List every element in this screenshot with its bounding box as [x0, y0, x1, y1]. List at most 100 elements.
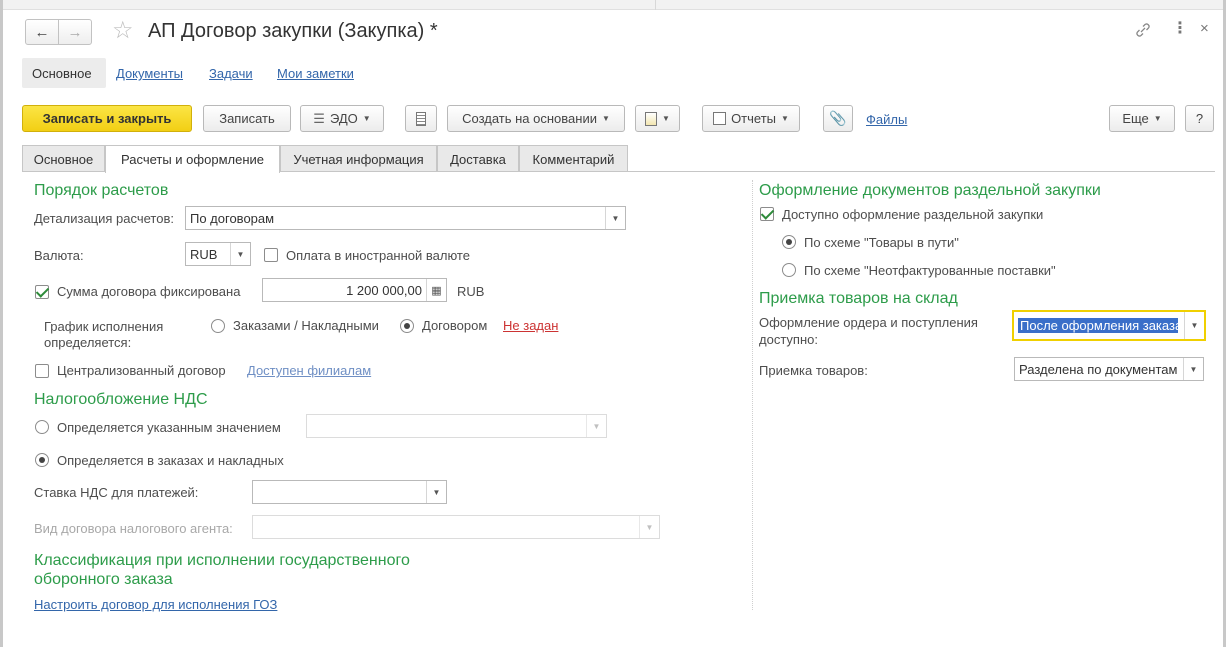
calculator-icon[interactable]: ▦: [426, 279, 446, 301]
document-list-button[interactable]: [405, 105, 437, 132]
goz-setup-link[interactable]: Настроить договор для исполнения ГОЗ: [34, 597, 277, 612]
foreign-payment-label: Оплата в иностранной валюте: [286, 248, 470, 263]
print-doc-icon: [645, 111, 658, 126]
vat-specified-radio[interactable]: [35, 420, 49, 434]
reports-button[interactable]: Отчеты ▼: [702, 105, 800, 132]
reports-label: Отчеты: [731, 111, 776, 126]
acceptance-value: Разделена по документам: [1019, 361, 1178, 377]
window-title: АП Договор закупки (Закупка) *: [148, 20, 438, 42]
fixed-sum-checkbox[interactable]: [35, 285, 49, 299]
vat-orders-radio[interactable]: [35, 453, 49, 467]
help-button[interactable]: ?: [1185, 105, 1214, 132]
tab-main[interactable]: Основное: [22, 145, 105, 172]
more-menu-icon[interactable]: ⋮: [1172, 18, 1188, 38]
chevron-down-icon: ▼: [426, 481, 446, 503]
schedule-label-line2: определяется:: [44, 335, 132, 350]
order-available-value: После оформления заказа: [1018, 318, 1178, 333]
nav-tab-documents[interactable]: Документы: [116, 66, 183, 81]
more-label: Еще: [1122, 111, 1149, 126]
currency-select[interactable]: RUB ▼: [185, 242, 251, 266]
files-link[interactable]: Файлы: [866, 112, 907, 127]
save-label: Записать: [219, 111, 275, 126]
centralized-label: Централизованный договор: [57, 363, 226, 378]
order-label-line2: доступно:: [759, 332, 818, 347]
create-based-label: Создать на основании: [462, 111, 597, 126]
detail-select[interactable]: По договорам ▼: [185, 206, 626, 230]
schedule-contract-radio[interactable]: [400, 319, 414, 333]
separate-available-label: Доступно оформление раздельной закупки: [782, 207, 1044, 222]
edo-button[interactable]: ☰ ЭДО ▼: [300, 105, 384, 132]
sum-value: 1 200 000,00: [346, 282, 422, 298]
vat-rate-select[interactable]: ▼: [252, 480, 447, 504]
paperclip-icon: 📎: [829, 110, 847, 126]
warehouse-section-title: Приемка товаров на склад: [759, 290, 958, 307]
chevron-down-icon: ▼: [1183, 358, 1203, 380]
foreign-payment-checkbox[interactable]: [264, 248, 278, 262]
chevron-down-icon: ▼: [230, 243, 250, 265]
schedule-orders-radio[interactable]: [211, 319, 225, 333]
create-based-button[interactable]: Создать на основании ▼: [447, 105, 625, 132]
order-label-line1: Оформление ордера и поступления: [759, 315, 978, 330]
goz-section-title-line2: оборонного заказа: [34, 571, 173, 588]
chevron-down-icon: ▼: [781, 114, 789, 123]
document-list-icon: [416, 111, 426, 126]
chevron-down-icon: ▼: [362, 114, 371, 123]
vat-orders-label: Определяется в заказах и накладных: [57, 453, 284, 468]
schedule-orders-label: Заказами / Накладными: [233, 318, 379, 333]
acceptance-label: Приемка товаров:: [759, 363, 868, 378]
schedule-label-line1: График исполнения: [44, 319, 164, 334]
back-button[interactable]: ←: [25, 19, 59, 45]
help-label: ?: [1195, 111, 1204, 126]
arrow-left-icon: ←: [34, 23, 50, 41]
more-button[interactable]: Еще ▼: [1109, 105, 1175, 132]
separate-available-checkbox[interactable]: [760, 207, 774, 221]
scheme-uninvoiced-label: По схеме "Неотфактурованные поставки": [804, 263, 1056, 278]
chevron-down-icon: ▼: [639, 516, 659, 538]
link-icon[interactable]: [1133, 20, 1153, 40]
tab-delivery[interactable]: Доставка: [437, 145, 519, 172]
tax-agent-select[interactable]: ▼: [252, 515, 660, 539]
chevron-down-icon: ▼: [586, 415, 606, 437]
nav-tab-notes[interactable]: Мои заметки: [277, 66, 354, 81]
save-close-label: Записать и закрыть: [42, 111, 172, 126]
sum-input[interactable]: 1 200 000,00 ▦: [262, 278, 447, 302]
schedule-not-set-link[interactable]: Не задан: [503, 318, 558, 333]
vat-rate-label: Ставка НДС для платежей:: [34, 485, 199, 500]
detail-value: По договорам: [190, 210, 275, 226]
nav-tab-main[interactable]: Основное: [32, 66, 92, 81]
tab-comment[interactable]: Комментарий: [519, 145, 628, 172]
scheme-uninvoiced-radio[interactable]: [782, 263, 796, 277]
chevron-down-icon: ▼: [1153, 114, 1162, 123]
detail-label: Детализация расчетов:: [34, 211, 174, 226]
forward-button[interactable]: →: [58, 19, 92, 45]
window-frame-top: [0, 0, 1226, 10]
close-icon[interactable]: ×: [1200, 20, 1209, 37]
acceptance-select[interactable]: Разделена по документам ▼: [1014, 357, 1204, 381]
print-button[interactable]: ▼: [635, 105, 680, 132]
tab-underline: [280, 171, 1215, 172]
star-icon[interactable]: ☆: [112, 17, 134, 45]
attach-button[interactable]: 📎: [823, 105, 853, 132]
report-icon: [713, 112, 727, 125]
separate-purchase-section-title: Оформление документов раздельной закупки: [759, 182, 1101, 199]
vat-value-select[interactable]: ▼: [306, 414, 607, 438]
chevron-down-icon: ▼: [1184, 312, 1204, 339]
tab-accounting[interactable]: Учетная информация: [280, 145, 437, 172]
edo-label: ЭДО: [329, 111, 358, 126]
schedule-contract-label: Договором: [422, 318, 488, 333]
save-button[interactable]: Записать: [203, 105, 291, 132]
frame-divider: [655, 0, 656, 10]
currency-value: RUB: [190, 246, 218, 262]
nav-tab-tasks[interactable]: Задачи: [209, 66, 253, 81]
sum-currency: RUB: [457, 284, 485, 299]
scheme-goods-transit-radio[interactable]: [782, 235, 796, 249]
branches-link[interactable]: Доступен филиалам: [247, 363, 371, 378]
goz-section-title-line1: Классификация при исполнении государстве…: [34, 552, 410, 569]
chevron-down-icon: ▼: [662, 114, 670, 123]
window-frame-left: [0, 0, 3, 647]
order-available-select[interactable]: После оформления заказа ▼: [1012, 310, 1206, 341]
tab-settlements[interactable]: Расчеты и оформление: [105, 145, 280, 173]
centralized-checkbox[interactable]: [35, 364, 49, 378]
save-close-button[interactable]: Записать и закрыть: [22, 105, 192, 132]
fixed-sum-label: Сумма договора фиксирована: [57, 284, 241, 299]
